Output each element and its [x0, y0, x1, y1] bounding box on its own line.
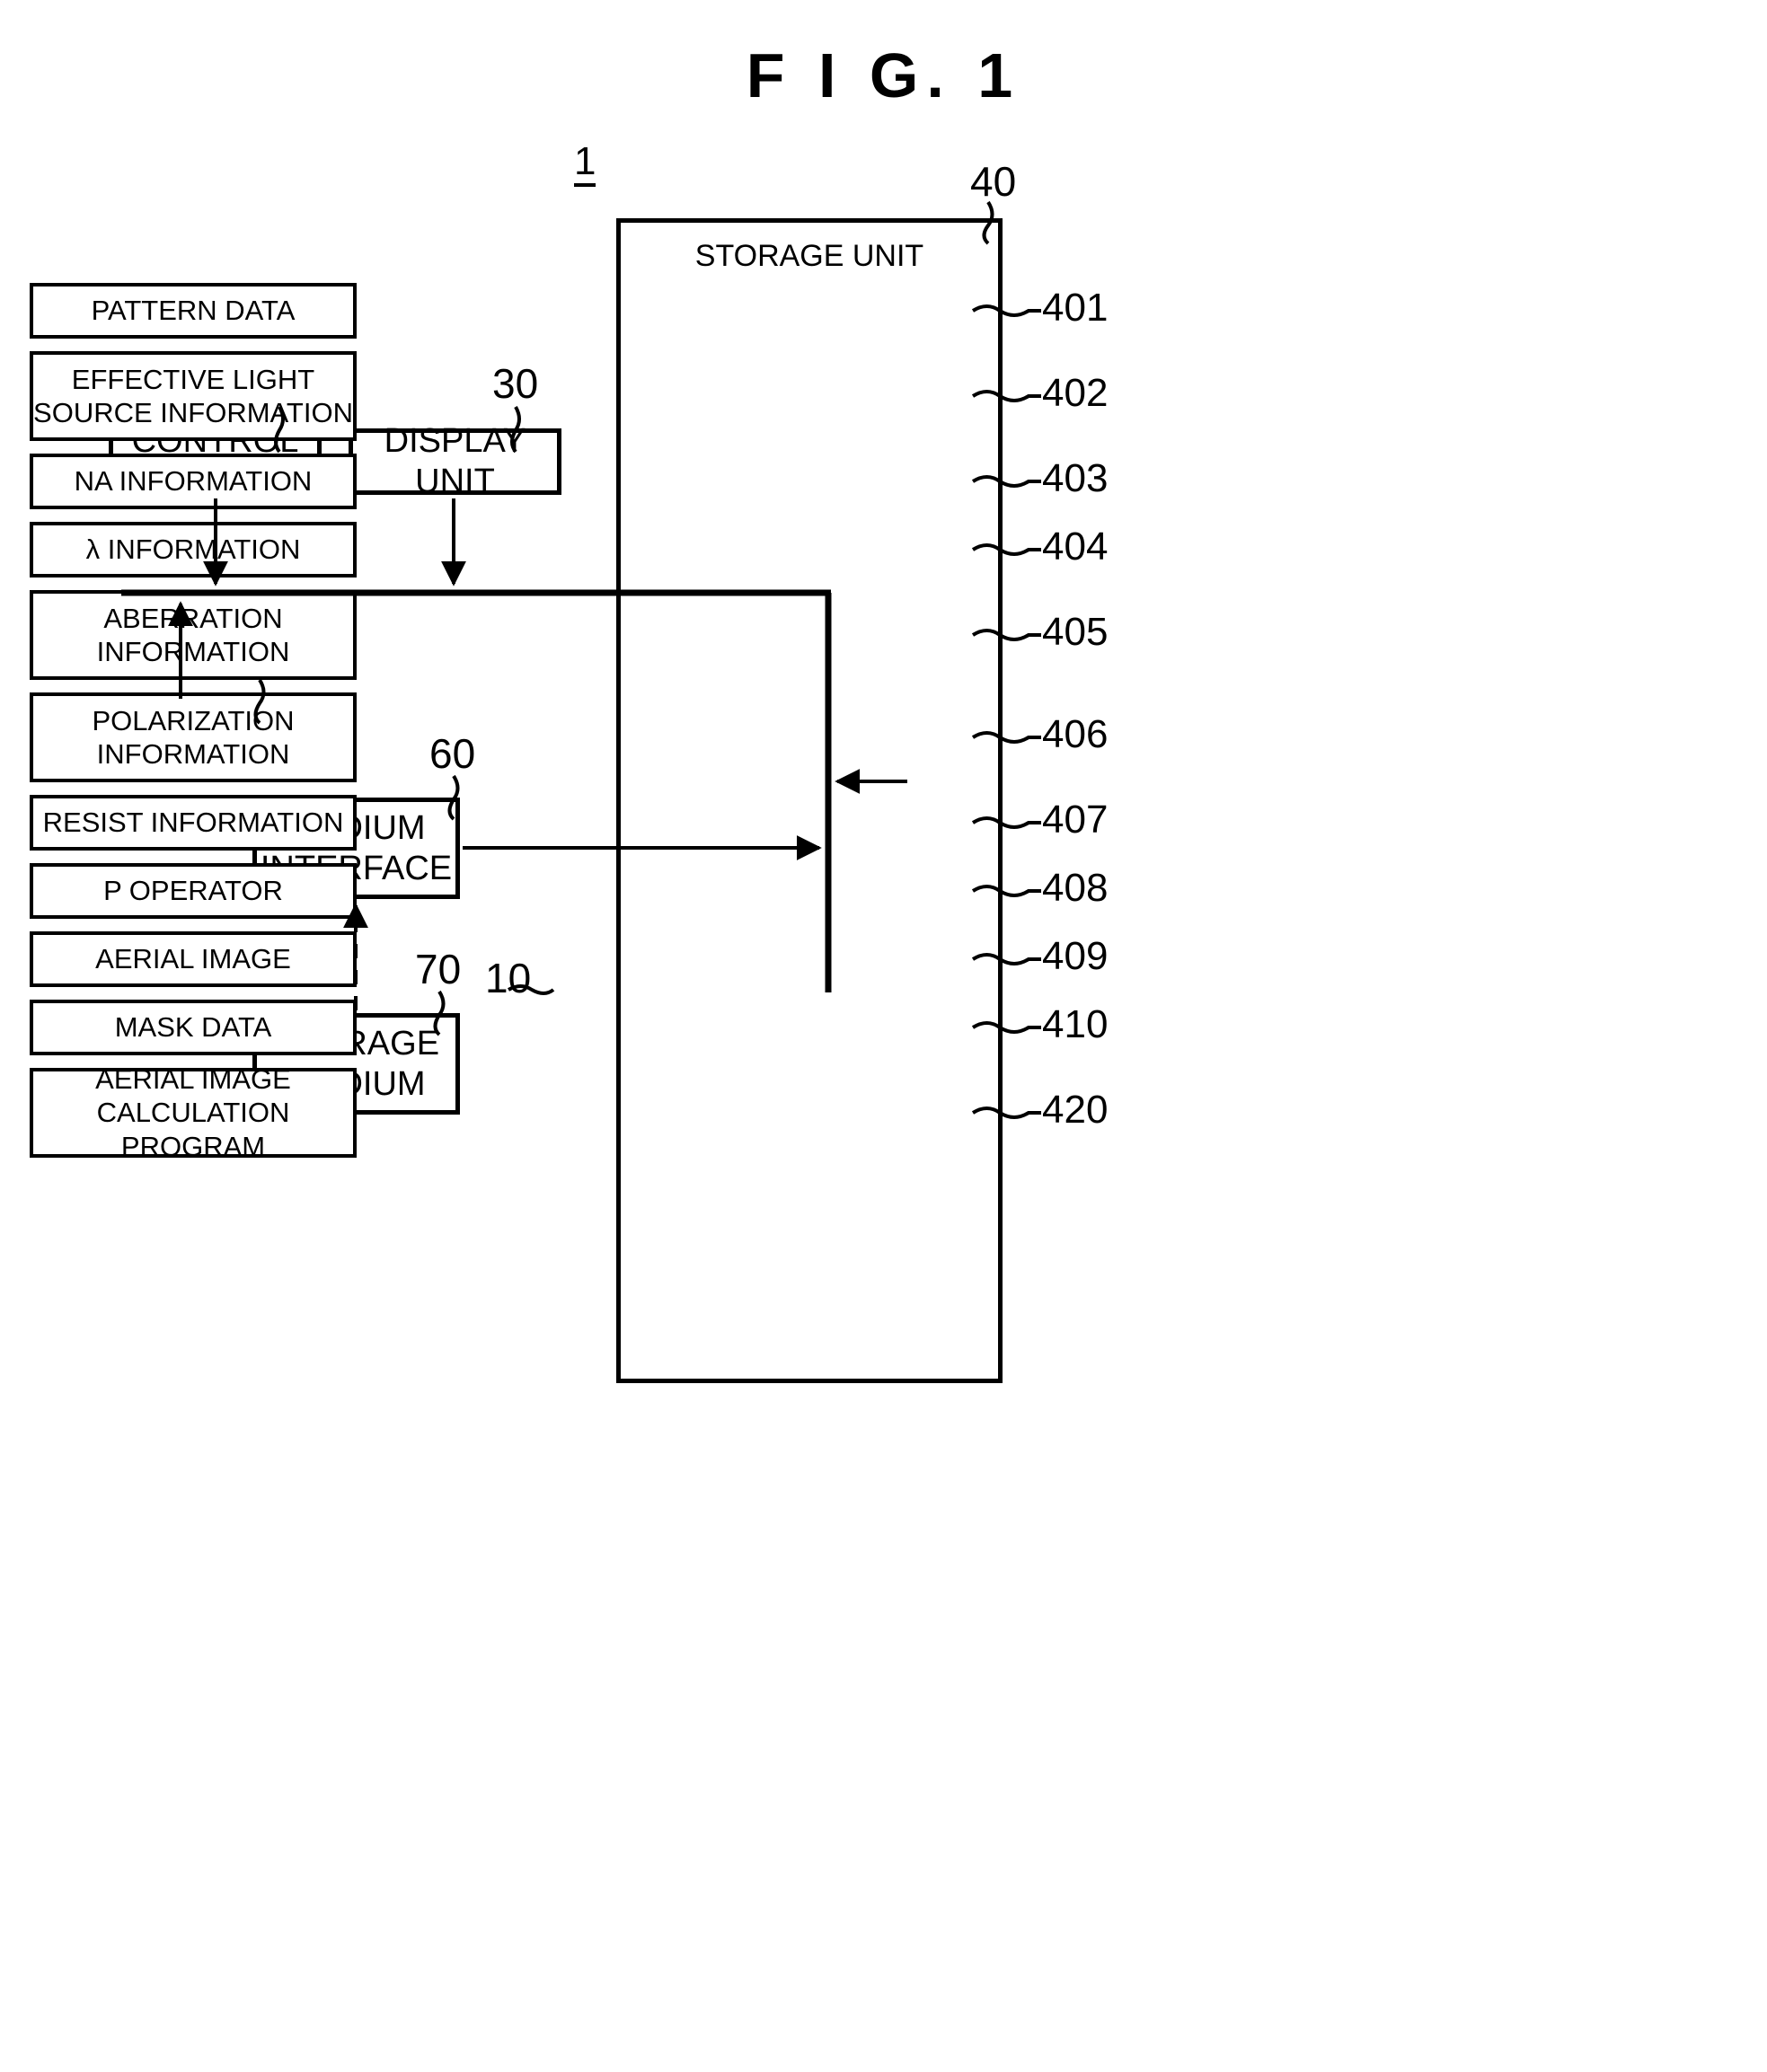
storage-item-405: ABERRATION INFORMATION [30, 590, 357, 680]
storage-item-ref-402: 402 [1042, 371, 1109, 415]
storage-item-label-line1: ABERRATION [103, 602, 283, 634]
storage-item-ref-401: 401 [1042, 286, 1109, 330]
storage-item-label-line2: INFORMATION [96, 636, 290, 667]
storage-item-label: MASK DATA [115, 1010, 272, 1044]
storage-item-label-line1: P OPERATOR [103, 875, 283, 907]
storage-item-label: RESIST INFORMATION [43, 806, 344, 839]
storage-item-ref-406: 406 [1042, 712, 1109, 756]
storage-item-label-line1: MASK DATA [114, 1011, 272, 1044]
storage-item-label-line1: AERIAL IMAGE [95, 1063, 291, 1096]
bus-ref: 10 [485, 955, 532, 1001]
display-unit-ref: 30 [492, 360, 539, 407]
storage-item-label-line2: SOURCE INFORMATION [33, 397, 353, 428]
storage-item-label: NA INFORMATION [75, 464, 313, 498]
storage-item-408: P OPERATOR [30, 863, 357, 919]
storage-item-ref-407: 407 [1042, 798, 1109, 842]
storage-item-ref-409: 409 [1042, 934, 1109, 978]
storage-item-ref-408: 408 [1042, 866, 1109, 910]
storage-item-407: RESIST INFORMATION [30, 795, 357, 851]
storage-medium-ref: 70 [415, 946, 462, 992]
storage-item-label: AERIAL IMAGE CALCULATION PROGRAM [33, 1062, 353, 1163]
storage-item-404: λ INFORMATION [30, 522, 357, 578]
storage-item-ref-405: 405 [1042, 610, 1109, 654]
display-unit-box: DISPLAY UNIT [349, 422, 561, 500]
storage-item-label: EFFECTIVE LIGHT SOURCE INFORMATION [33, 363, 353, 429]
storage-item-label-line1: AERIAL IMAGE [95, 943, 291, 975]
storage-item-ref-410: 410 [1042, 1002, 1109, 1046]
storage-item-label: λ INFORMATION [86, 533, 301, 566]
storage-item-420: AERIAL IMAGE CALCULATION PROGRAM [30, 1063, 357, 1162]
storage-item-402: EFFECTIVE LIGHT SOURCE INFORMATION [30, 351, 357, 441]
storage-item-410: MASK DATA [30, 1000, 357, 1055]
storage-item-label: PATTERN DATA [92, 294, 296, 327]
storage-item-label: POLARIZATION INFORMATION [92, 704, 294, 771]
storage-item-label-line1: EFFECTIVE LIGHT [71, 363, 315, 395]
system-reference-label: 1 [574, 142, 596, 187]
storage-item-403: NA INFORMATION [30, 454, 357, 509]
storage-item-label-line2: CALCULATION PROGRAM [96, 1097, 290, 1162]
storage-item-label-line2: INFORMATION [96, 738, 290, 770]
storage-item-401: PATTERN DATA [30, 283, 357, 339]
storage-item-label-line1: PATTERN DATA [91, 295, 296, 327]
storage-item-label-line1: λ INFORMATION [85, 533, 301, 566]
storage-unit-container: STORAGE UNIT [616, 218, 1003, 1383]
storage-item-label: ABERRATION INFORMATION [97, 602, 290, 668]
storage-item-label-line1: NA INFORMATION [74, 465, 313, 498]
storage-unit-title: STORAGE UNIT [694, 239, 924, 273]
storage-item-ref-420: 420 [1042, 1088, 1109, 1132]
storage-item-ref-404: 404 [1042, 525, 1109, 569]
storage-item-label: P OPERATOR [103, 874, 283, 907]
figure-title: F I G. 1 [746, 40, 1021, 110]
medium-interface-ref: 60 [429, 730, 476, 777]
display-unit-label: DISPLAY UNIT [384, 422, 526, 500]
storage-item-label: AERIAL IMAGE [95, 942, 291, 975]
storage-item-label-line1: POLARIZATION [92, 704, 295, 736]
storage-item-ref-403: 403 [1042, 456, 1109, 500]
storage-item-409: AERIAL IMAGE [30, 931, 357, 987]
storage-unit-ref: 40 [970, 158, 1017, 205]
patent-figure: F I G. 1 1 CONTROL UNIT 20 DISPLAY UNIT … [0, 0, 1767, 2072]
storage-item-406: POLARIZATION INFORMATION [30, 692, 357, 782]
storage-item-label-line1: RESIST INFORMATION [42, 807, 344, 839]
